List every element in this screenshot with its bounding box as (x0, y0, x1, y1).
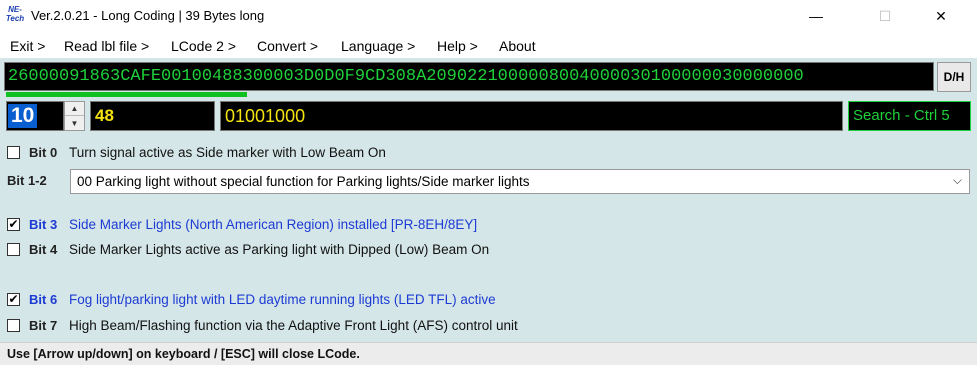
menu-bar: Exit > Read lbl file > LCode 2 > Convert… (0, 34, 977, 58)
bit-0-description: Turn signal active as Side marker with L… (69, 144, 386, 160)
bit-6-label: Bit 6 (29, 291, 58, 307)
bit-1-2-label: Bit 1-2 (7, 173, 47, 188)
menu-language[interactable]: Language > (341, 38, 415, 54)
menu-about[interactable]: About (499, 38, 536, 54)
dh-button[interactable]: D/H (937, 62, 971, 92)
bit-6-checkbox[interactable]: ✔ (7, 292, 20, 306)
main-panel: 26000091863CAFE00100488300003D0D0F9CD308… (0, 58, 977, 365)
menu-help[interactable]: Help > (437, 38, 478, 54)
binary-value-field[interactable]: 01001000 (220, 101, 843, 131)
bit-0-label: Bit 0 (29, 144, 58, 160)
byte-index-value: 10 (8, 104, 38, 128)
bit-6-description: Fog light/parking light with LED daytime… (69, 291, 496, 307)
menu-read-lbl-file[interactable]: Read lbl file > (64, 38, 149, 54)
bit-4-label: Bit 4 (29, 241, 58, 257)
search-field[interactable]: Search - Ctrl 5 (848, 101, 971, 131)
progress-fill (6, 92, 248, 97)
menu-convert[interactable]: Convert > (257, 38, 318, 54)
menu-exit[interactable]: Exit > (10, 38, 45, 54)
app-logo-icon: NE- Tech (5, 5, 25, 23)
bit-3-label: Bit 3 (29, 216, 58, 232)
spinner-arrows: ▲ ▼ (64, 101, 85, 131)
close-button[interactable]: ✕ (918, 0, 964, 32)
bit-7-label: Bit 7 (29, 317, 58, 333)
bit-1-2-select[interactable]: 00 Parking light without special functio… (70, 169, 970, 194)
bit-0-checkbox[interactable] (7, 145, 20, 159)
bit-7-row[interactable]: Bit 7 High Beam/Flashing function via th… (7, 315, 518, 335)
title-bar: NE- Tech Ver.2.0.21 - Long Coding | 39 By… (0, 0, 977, 32)
bit-3-description: Side Marker Lights (North American Regio… (69, 216, 478, 232)
progress-bar (6, 92, 971, 97)
bit-1-2-selected-value: 00 Parking light without special functio… (77, 174, 530, 189)
bit-4-description: Side Marker Lights active as Parking lig… (69, 241, 490, 257)
bit-3-checkbox[interactable]: ✔ (7, 217, 20, 231)
bit-4-row[interactable]: Bit 4 Side Marker Lights active as Parki… (7, 239, 489, 259)
bit-7-checkbox[interactable] (7, 318, 20, 332)
minimize-button[interactable]: — (793, 0, 839, 32)
byte-index-spinner[interactable]: 10 (6, 101, 64, 131)
bit-3-row[interactable]: ✔ Bit 3 Side Marker Lights (North Americ… (7, 214, 477, 234)
maximize-button[interactable]: ☐ (862, 0, 908, 32)
hex-value-field[interactable]: 48 (90, 101, 215, 131)
menu-lcode2[interactable]: LCode 2 > (171, 38, 236, 54)
spin-down-icon[interactable]: ▼ (65, 116, 84, 130)
bit-7-description: High Beam/Flashing function via the Adap… (69, 317, 518, 333)
chevron-down-icon[interactable]: ⌵ (953, 173, 962, 188)
spin-up-icon[interactable]: ▲ (65, 102, 84, 116)
bit-4-checkbox[interactable] (7, 242, 20, 256)
bit-6-row[interactable]: ✔ Bit 6 Fog light/parking light with LED… (7, 289, 496, 309)
status-text: Use [Arrow up/down] on keyboard / [ESC] … (7, 347, 360, 361)
bit-0-row[interactable]: Bit 0 Turn signal active as Side marker … (7, 142, 386, 162)
status-bar: Use [Arrow up/down] on keyboard / [ESC] … (0, 342, 977, 365)
long-coding-field[interactable]: 26000091863CAFE00100488300003D0D0F9CD308… (4, 62, 934, 91)
window-title: Ver.2.0.21 - Long Coding | 39 Bytes long (31, 8, 265, 23)
